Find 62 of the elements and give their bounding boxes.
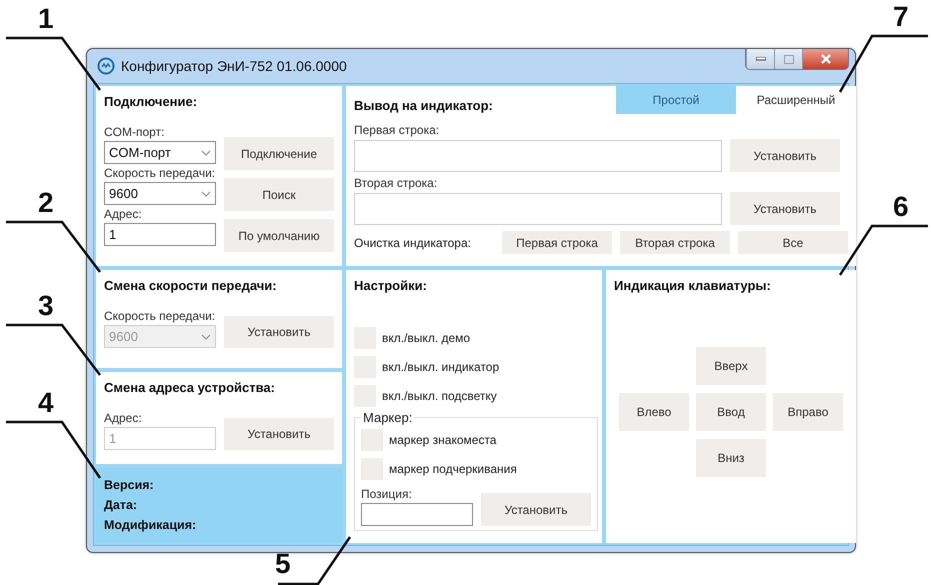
callout-number: 1 bbox=[38, 3, 54, 35]
field-label: Адрес: bbox=[104, 207, 143, 221]
callout-number: 6 bbox=[893, 191, 909, 223]
clear-button[interactable]: Все bbox=[738, 231, 848, 254]
field-label: Скорость передачи: bbox=[104, 166, 216, 180]
field-label: Скорость передачи: bbox=[104, 309, 216, 323]
callout-number: 3 bbox=[38, 290, 54, 322]
key-button[interactable]: Вверх bbox=[696, 347, 766, 385]
key-button[interactable]: Влево bbox=[619, 393, 689, 431]
maximize-icon bbox=[784, 54, 794, 64]
close-icon bbox=[820, 54, 832, 64]
text-field[interactable] bbox=[354, 193, 722, 225]
checkbox-label: вкл./выкл. индикатор bbox=[382, 360, 500, 374]
clear-button[interactable]: Первая строка bbox=[502, 231, 612, 254]
checkbox-label: вкл./выкл. демо bbox=[382, 330, 470, 344]
panel-title: Настройки: bbox=[354, 278, 427, 293]
panel-title: Подключение: bbox=[104, 94, 198, 109]
chevron-down-icon bbox=[201, 150, 211, 156]
info-label: Дата: bbox=[104, 498, 138, 512]
combo-box[interactable]: COM-порт bbox=[104, 141, 216, 164]
text-field[interactable] bbox=[354, 140, 722, 172]
field-label: Адрес: bbox=[104, 411, 143, 425]
panel-title: Смена скорости передачи: bbox=[104, 278, 277, 293]
group-title: Маркер: bbox=[362, 410, 414, 425]
app-logo-icon bbox=[97, 57, 115, 75]
checkbox-label: маркер знакоместа bbox=[389, 432, 496, 446]
chevron-down-icon bbox=[201, 190, 211, 196]
field-label: Первая строка: bbox=[354, 123, 440, 137]
position-field[interactable] bbox=[361, 503, 473, 526]
info-label: Версия: bbox=[104, 478, 155, 492]
panel-title: Смена адреса устройства: bbox=[104, 380, 275, 395]
field-label: Вторая строка: bbox=[354, 176, 438, 190]
minimize-button[interactable] bbox=[746, 49, 774, 69]
set-button[interactable]: Установить bbox=[481, 493, 591, 526]
window-title: Конфигуратор ЭнИ-752 01.06.0000 bbox=[121, 58, 348, 74]
field-label: COM-порт: bbox=[104, 125, 166, 139]
info-label: Модификация: bbox=[104, 518, 198, 532]
set-button[interactable]: Установить bbox=[730, 139, 840, 172]
checkbox-label: маркер подчеркивания bbox=[389, 462, 517, 476]
panel-title: Вывод на индикатор: bbox=[354, 98, 493, 113]
chevron-down-icon bbox=[201, 334, 211, 340]
callout-number: 4 bbox=[38, 387, 54, 419]
field-label: Очистка индикатора: bbox=[354, 236, 472, 250]
action-button[interactable]: Поиск bbox=[224, 178, 334, 211]
callout-number: 7 bbox=[893, 1, 909, 33]
field-label: Позиция: bbox=[361, 487, 413, 501]
key-button[interactable]: Вниз bbox=[696, 439, 766, 477]
checkbox-label: вкл./выкл. подсветку bbox=[382, 388, 497, 402]
minimize-icon bbox=[756, 57, 766, 61]
action-button[interactable]: По умолчанию bbox=[224, 219, 334, 252]
mode-tab[interactable]: Простой bbox=[616, 86, 736, 114]
combo-box[interactable]: 9600 bbox=[104, 182, 216, 205]
key-button[interactable]: Вправо bbox=[773, 393, 843, 431]
callout-number: 5 bbox=[275, 548, 291, 580]
panel-title: Индикация клавиатуры: bbox=[614, 278, 771, 293]
key-button[interactable]: Ввод bbox=[696, 393, 766, 431]
action-button[interactable]: Подключение bbox=[224, 137, 334, 170]
address-field[interactable]: 1 bbox=[104, 223, 216, 246]
close-button[interactable] bbox=[802, 49, 848, 69]
clear-button[interactable]: Вторая строка bbox=[620, 231, 730, 254]
callout-number: 2 bbox=[38, 187, 54, 219]
set-button[interactable]: Установить bbox=[730, 192, 840, 225]
